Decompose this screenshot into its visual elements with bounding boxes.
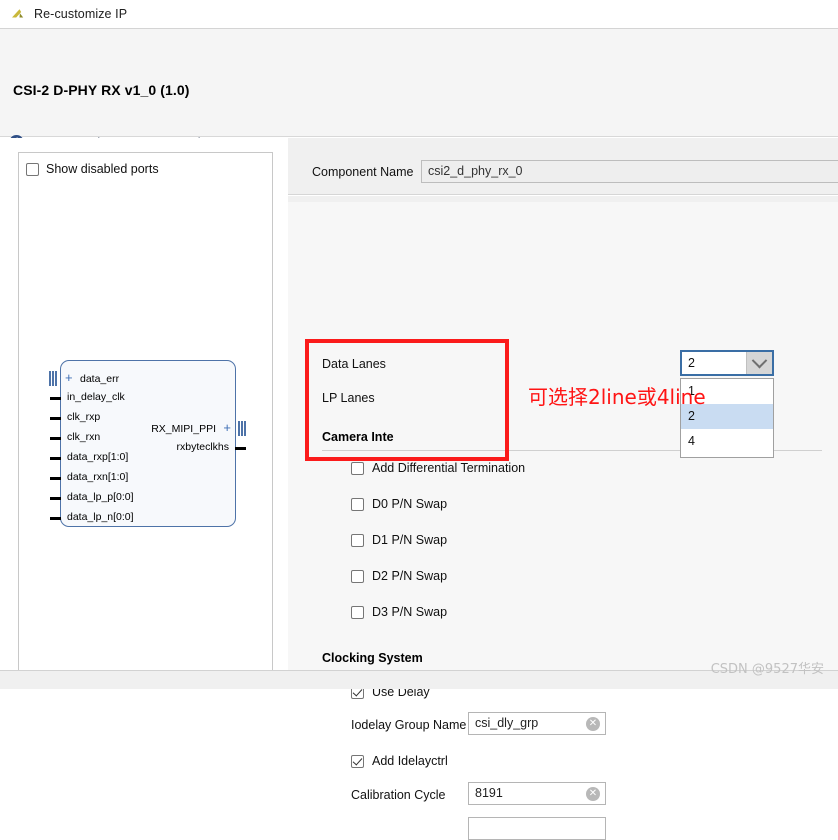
iodelay-group-name-value: csi_dly_grp <box>475 716 538 730</box>
data-lanes-combobox[interactable]: 2 <box>680 350 774 376</box>
annotation-text: 可选择2line或4line <box>528 381 706 410</box>
pin-data-rxn <box>50 477 61 480</box>
pin-clk-rxn <box>50 437 61 440</box>
component-separator <box>288 194 838 196</box>
checkbox-d1-pn-swap[interactable]: D1 P/N Swap <box>351 533 447 547</box>
checkbox-d0-pn-swap[interactable]: D0 P/N Swap <box>351 497 447 511</box>
component-name-label: Component Name <box>312 165 413 179</box>
expander-plus-data-err[interactable]: + <box>65 370 73 385</box>
port-clk-rxp: clk_rxp <box>67 411 100 423</box>
show-disabled-ports-row[interactable]: Show disabled ports <box>26 162 159 176</box>
calibration-cycle-value: 8191 <box>475 786 503 800</box>
component-name-input[interactable]: csi2_d_phy_rx_0 <box>421 160 838 183</box>
pin-data-lp-p <box>50 497 61 500</box>
add-idelayctrl-label: Add Idelayctrl <box>372 754 448 768</box>
port-rxbyteclkhs: rxbyteclkhs <box>176 441 229 453</box>
port-data-lp-n: data_lp_n[0:0] <box>67 511 134 523</box>
main-content: Show disabled ports + data_err in_delay_… <box>0 138 838 689</box>
port-in-delay-clk: in_delay_clk <box>67 391 125 403</box>
port-data-rxn: data_rxn[1:0] <box>67 471 128 483</box>
data-lanes-label: Data Lanes <box>322 357 386 371</box>
d0-pn-swap-checkbox[interactable] <box>351 498 364 511</box>
port-data-rxp: data_rxp[1:0] <box>67 451 128 463</box>
clear-circle-icon[interactable]: ✕ <box>586 717 600 731</box>
d1-pn-swap-label: D1 P/N Swap <box>372 533 447 547</box>
d3-pn-swap-label: D3 P/N Swap <box>372 605 447 619</box>
clear-circle-icon[interactable]: ✕ <box>586 787 600 801</box>
ip-header: CSI-2 D-PHY RX v1_0 (1.0) i Documentatio… <box>0 29 838 137</box>
clocking-system-heading: Clocking System <box>322 651 423 665</box>
iodelay-group-name-input[interactable]: csi_dly_grp ✕ <box>468 712 606 735</box>
checkbox-add-differential-termination[interactable]: Add Differential Termination <box>351 461 525 475</box>
window-title-bar: Re-customize IP <box>0 0 838 29</box>
checkbox-d3-pn-swap[interactable]: D3 P/N Swap <box>351 605 447 619</box>
lp-lanes-label: LP Lanes <box>322 391 375 405</box>
checkbox-add-idelayctrl[interactable]: Add Idelayctrl <box>351 754 448 768</box>
pin-data-rxp <box>50 457 61 460</box>
camera-interface-heading: Camera Inte <box>322 430 394 444</box>
d0-pn-swap-label: D0 P/N Swap <box>372 497 447 511</box>
pin-clk-rxp <box>50 417 61 420</box>
d3-pn-swap-checkbox[interactable] <box>351 606 364 619</box>
show-disabled-ports-checkbox[interactable] <box>26 163 39 176</box>
checkbox-d2-pn-swap[interactable]: D2 P/N Swap <box>351 569 447 583</box>
next-field-input-partial[interactable] <box>468 817 606 840</box>
window-title-label: Re-customize IP <box>34 7 127 21</box>
pin-rxbyteclkhs <box>235 447 246 450</box>
d2-pn-swap-label: D2 P/N Swap <box>372 569 447 583</box>
chevron-down-icon[interactable] <box>746 352 772 374</box>
expander-plus-rx-mipi-ppi[interactable]: + <box>223 420 231 435</box>
watermark: CSDN @9527华安 <box>711 658 824 677</box>
show-disabled-ports-label: Show disabled ports <box>46 162 159 176</box>
pin-in-delay-clk <box>50 397 61 400</box>
ip-title: CSI-2 D-PHY RX v1_0 (1.0) <box>13 82 190 98</box>
component-name-row: Component Name csi2_d_phy_rx_0 <box>288 160 838 190</box>
data-lanes-value: 2 <box>682 352 746 374</box>
port-rx-mipi-ppi: RX_MIPI_PPI <box>151 423 216 435</box>
port-data-err: data_err <box>80 373 119 385</box>
add-idelayctrl-checkbox[interactable] <box>351 755 364 768</box>
iodelay-group-name-label: Iodelay Group Name <box>351 718 466 732</box>
bus-marker-data-err <box>49 371 58 386</box>
ip-block-symbol: + data_err in_delay_clk clk_rxp clk_rxn … <box>60 360 236 527</box>
d2-pn-swap-checkbox[interactable] <box>351 570 364 583</box>
form-panel: Component Name csi2_d_phy_rx_0 Data Lane… <box>288 138 838 689</box>
d1-pn-swap-checkbox[interactable] <box>351 534 364 547</box>
port-data-lp-p: data_lp_p[0:0] <box>67 491 134 503</box>
add-differential-termination-label: Add Differential Termination <box>372 461 525 475</box>
add-differential-termination-checkbox[interactable] <box>351 462 364 475</box>
port-clk-rxn: clk_rxn <box>67 431 100 443</box>
bus-marker-rx-mipi-ppi <box>238 421 247 436</box>
calibration-cycle-input[interactable]: 8191 ✕ <box>468 782 606 805</box>
vivado-triangle-icon <box>10 6 26 22</box>
pin-data-lp-n <box>50 517 61 520</box>
calibration-cycle-label: Calibration Cycle <box>351 788 445 802</box>
data-lanes-option-4[interactable]: 4 <box>681 429 773 454</box>
diagram-panel: Show disabled ports + data_err in_delay_… <box>18 152 273 680</box>
